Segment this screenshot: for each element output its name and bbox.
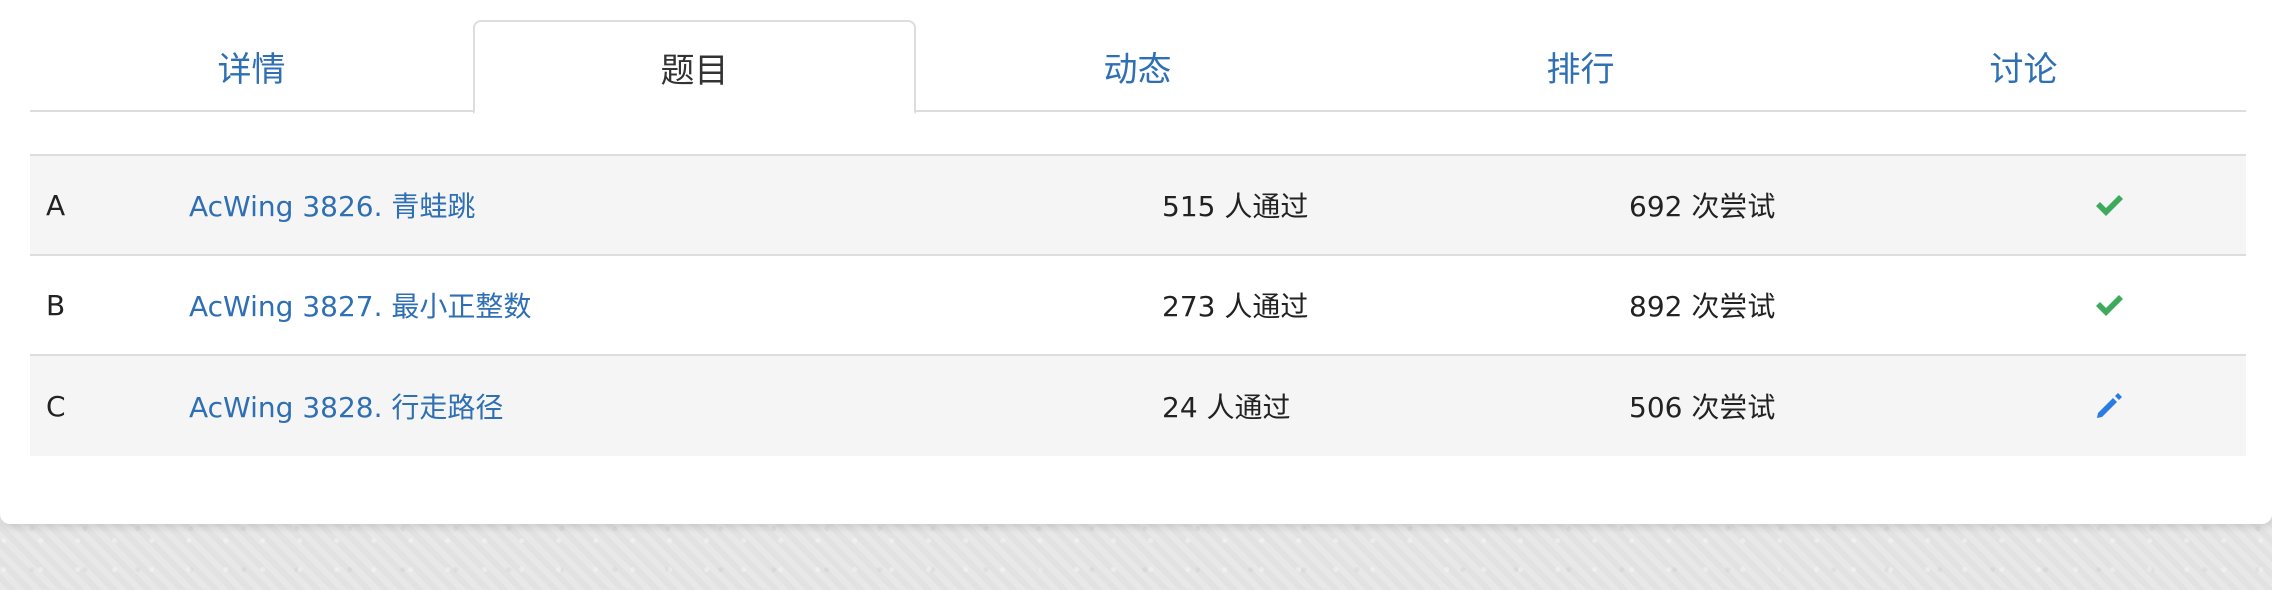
problem-letter: A xyxy=(46,188,66,222)
problem-letter: B xyxy=(46,288,66,322)
problem-link[interactable]: AcWing 3828. 行走路径 xyxy=(189,386,503,426)
contest-tabs: 详情 题目 动态 排行 讨论 xyxy=(30,20,2246,114)
problem-link[interactable]: AcWing 3826. 青蛙跳 xyxy=(189,185,475,225)
attempt-count: 892 次尝试 xyxy=(1629,290,1776,323)
contest-panel: 详情 题目 动态 排行 讨论 A AcWing 3826. 青蛙跳 515 人通… xyxy=(0,0,2272,524)
passed-count: 515 人通过 xyxy=(1162,190,1309,223)
problem-link[interactable]: AcWing 3827. 最小正整数 xyxy=(189,285,531,325)
problem-table: A AcWing 3826. 青蛙跳 515 人通过 692 次尝试 B AcW… xyxy=(30,154,2246,456)
problem-letter: C xyxy=(46,389,66,423)
table-row: A AcWing 3826. 青蛙跳 515 人通过 692 次尝试 xyxy=(30,156,2246,256)
tab-activity[interactable]: 动态 xyxy=(916,20,1359,112)
check-icon xyxy=(2094,156,2124,254)
problem-title-cell: AcWing 3826. 青蛙跳 xyxy=(189,156,475,254)
table-row: B AcWing 3827. 最小正整数 273 人通过 892 次尝试 xyxy=(30,256,2246,356)
attempt-count: 506 次尝试 xyxy=(1629,391,1776,424)
check-icon xyxy=(2094,256,2124,354)
passed-count: 24 人通过 xyxy=(1162,391,1291,424)
problem-title-cell: AcWing 3827. 最小正整数 xyxy=(189,256,531,354)
passed-count: 273 人通过 xyxy=(1162,290,1309,323)
attempt-count: 692 次尝试 xyxy=(1629,190,1776,223)
tab-ranking[interactable]: 排行 xyxy=(1359,20,1802,112)
problem-title-cell: AcWing 3828. 行走路径 xyxy=(189,356,503,456)
tab-details[interactable]: 详情 xyxy=(30,20,473,112)
tab-discussion[interactable]: 讨论 xyxy=(1802,20,2245,112)
tab-problems[interactable]: 题目 xyxy=(473,20,916,114)
pencil-icon xyxy=(2094,356,2124,456)
tabs-divider xyxy=(30,110,2246,112)
table-row: C AcWing 3828. 行走路径 24 人通过 506 次尝试 xyxy=(30,356,2246,456)
